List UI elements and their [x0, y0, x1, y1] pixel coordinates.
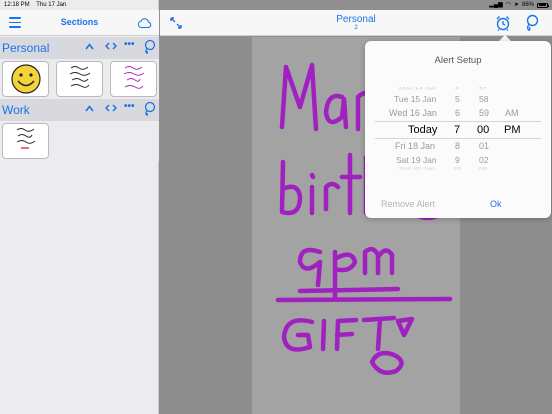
picker-minute-selected[interactable]: 00: [477, 124, 489, 136]
picker-date-option[interactable]: Sun 20 Jan: [399, 167, 434, 171]
picker-hour-selected[interactable]: 7: [454, 124, 460, 136]
lasso-search-icon[interactable]: [142, 101, 156, 117]
more-button[interactable]: •••: [124, 39, 135, 50]
remove-alert-button[interactable]: Remove Alert: [381, 199, 435, 209]
reorder-button[interactable]: [104, 104, 118, 115]
battery-percent: 86%: [521, 2, 534, 8]
sidebar-nav-bar: Sections: [0, 10, 159, 36]
battery-icon: [537, 2, 549, 8]
section-name: Work: [2, 103, 30, 117]
alert-title: Alert Setup: [434, 55, 482, 66]
handwritten-note-preview: [67, 63, 93, 96]
page-number: 2: [354, 25, 358, 31]
more-button[interactable]: •••: [124, 101, 135, 112]
picker-hour-option[interactable]: 6: [455, 108, 460, 118]
picker-hour-option[interactable]: 4: [455, 87, 459, 91]
status-date: Thu 17 Jan: [36, 2, 67, 8]
picker-date-option[interactable]: Tue 15 Jan: [394, 94, 436, 104]
picker-date-option[interactable]: Fri 18 Jan: [395, 141, 435, 151]
section-title: Personal: [336, 14, 376, 25]
move-up-button[interactable]: [85, 104, 94, 115]
picker-minute-option[interactable]: 58: [479, 94, 488, 104]
status-bar: 12:18 PM Thu 17 Jan ▂▄▆ ◠ ➤ 86%: [0, 0, 552, 10]
picker-hour-option[interactable]: 5: [455, 94, 460, 104]
picker-date-option[interactable]: Sat 19 Jan: [396, 155, 437, 165]
picker-ampm-selected[interactable]: PM: [504, 124, 521, 136]
alert-setup-popover: Alert Setup Mon 14 Jan Tue 15 Jan Wed 16…: [365, 41, 551, 218]
smiley-face-icon: [11, 64, 41, 94]
picker-hour-option[interactable]: 8: [455, 141, 460, 151]
reorder-button[interactable]: [104, 42, 118, 53]
page-thumbnail[interactable]: [56, 61, 103, 97]
lasso-search-icon[interactable]: [142, 39, 156, 55]
picker-minute-option[interactable]: 03: [479, 167, 487, 171]
section-name: Personal: [2, 41, 50, 55]
alarm-clock-icon[interactable]: [495, 15, 511, 31]
picker-date-option[interactable]: Mon 14 Jan: [399, 87, 436, 91]
date-time-picker[interactable]: Mon 14 Jan Tue 15 Jan Wed 16 Jan Today F…: [365, 79, 551, 209]
picker-minute-option[interactable]: 59: [479, 108, 489, 118]
lasso-search-icon[interactable]: [524, 14, 539, 32]
code-arrows-icon: [104, 42, 118, 50]
sidebar-title: Sections: [60, 17, 99, 27]
picker-ampm-option[interactable]: AM: [505, 108, 519, 118]
page-thumbnail[interactable]: [2, 61, 49, 97]
picker-minute-option[interactable]: 57: [479, 87, 487, 91]
location-icon: ➤: [513, 2, 519, 8]
page-thumbnail[interactable]: [110, 61, 157, 97]
section-header-personal[interactable]: Personal •••: [0, 37, 159, 59]
sidebar: Sections Personal ••• Work •••: [0, 0, 159, 414]
main-nav-bar: Personal 2: [160, 10, 552, 36]
handwritten-note-preview: [121, 63, 147, 96]
picker-date-option[interactable]: Wed 16 Jan: [389, 108, 437, 118]
section-header-work[interactable]: Work •••: [0, 99, 159, 121]
chevron-up-icon: [85, 43, 94, 50]
move-up-button[interactable]: [85, 42, 94, 53]
picker-date-selected[interactable]: Today: [408, 124, 437, 136]
signal-icon: ▂▄▆: [489, 2, 503, 8]
picker-hour-option[interactable]: 10: [453, 167, 461, 171]
code-arrows-icon: [104, 104, 118, 112]
picker-minute-option[interactable]: 02: [479, 155, 488, 165]
picker-selection-line: [375, 121, 541, 122]
cloud-icon[interactable]: [137, 17, 152, 29]
picker-minute-option[interactable]: 01: [479, 141, 489, 151]
status-time: 12:18 PM: [4, 2, 30, 8]
section-pages-work: [0, 121, 159, 161]
picker-selection-line: [375, 138, 541, 139]
handwritten-note-preview: [13, 125, 39, 158]
page-thumbnail[interactable]: [2, 123, 49, 159]
section-pages-personal: [0, 59, 159, 101]
wifi-icon: ◠: [505, 2, 511, 8]
chevron-up-icon: [85, 105, 94, 112]
ok-button[interactable]: Ok: [490, 199, 502, 209]
picker-hour-option[interactable]: 9: [455, 155, 460, 165]
